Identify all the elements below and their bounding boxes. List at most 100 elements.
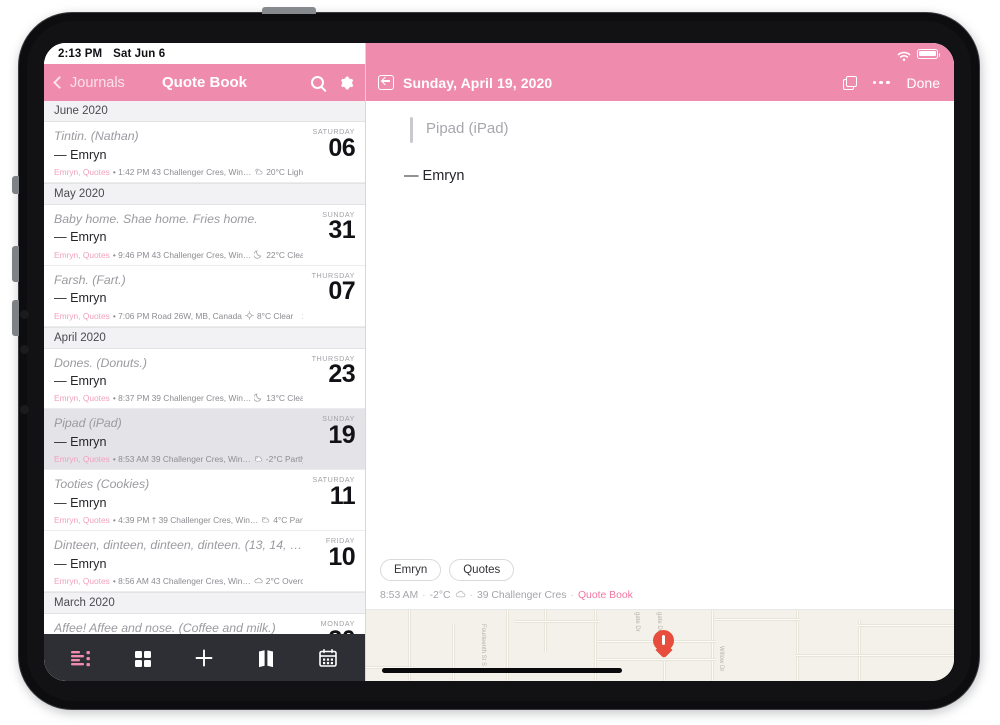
entry-title: Dones. (Donuts.) <box>54 355 147 370</box>
new-entry-tab[interactable] <box>191 647 217 669</box>
gear-icon[interactable] <box>338 75 354 91</box>
entry-row[interactable]: Dinteen, dinteen, dinteen, dinteen. (13,… <box>44 531 365 592</box>
entry-row[interactable]: Baby home. Shae home. Fries home. — Emryn… <box>44 204 365 266</box>
entry-body[interactable]: Pipad (iPad) — Emryn <box>366 101 954 559</box>
entry-day-number: 11 <box>329 481 356 510</box>
entry-row[interactable]: Tooties (Cookies) — Emryn Emryn, Quotes • … <box>44 470 365 532</box>
power-button[interactable] <box>262 7 316 14</box>
entry-tags[interactable]: Emryn, Quotes <box>54 250 110 260</box>
status-bar: 2:13 PM Sat Jun 6 <box>44 43 365 64</box>
entry-date-title: Sunday, April 19, 2020 <box>403 74 553 91</box>
month-header: April 2020 <box>44 326 365 349</box>
side-button-1[interactable] <box>12 176 19 194</box>
more-dots-icon[interactable] <box>872 80 890 85</box>
entry-attribution: — Emryn <box>54 434 107 449</box>
cloudy-icon <box>261 515 270 525</box>
status-time: 2:13 PM <box>58 47 103 60</box>
quote-block: Pipad (iPad) <box>366 117 954 143</box>
search-icon[interactable] <box>311 76 324 89</box>
media-tab[interactable] <box>253 647 279 669</box>
meta-time: 8:53 AM <box>380 589 419 601</box>
entry-meta-text: • 8:37 PM 39 Challenger Cres, Win… <box>112 393 252 404</box>
entry-date: SATURDAY 11 <box>303 476 356 525</box>
entry-date: MONDAY30 <box>303 619 356 634</box>
quote-bar <box>410 117 413 143</box>
entry-tag[interactable]: Emryn <box>380 559 442 581</box>
battery-icon <box>917 48 941 59</box>
entry-attribution: — Emryn <box>54 374 107 389</box>
entry-row[interactable]: Farsh. (Fart.) — Emryn Emryn, Quotes • 7:0… <box>44 265 365 327</box>
entry-date: THURSDAY 23 <box>303 354 356 404</box>
wifi-icon <box>897 49 911 61</box>
entry-attribution: — Emryn <box>54 147 107 162</box>
entry-row[interactable]: Affee! Affee and nose. (Coffee and milk.… <box>44 613 365 634</box>
tag-row: Emryn Quotes <box>380 559 954 589</box>
entry-day-number: 30 <box>309 627 355 634</box>
meta-sep-2: · <box>469 589 473 601</box>
entry-date: THURSDAY 07 <box>303 271 356 321</box>
entries-list[interactable]: June 2020 Tintin. (Nathan) — Emryn Emryn, Q… <box>44 101 365 634</box>
cloudy-icon <box>254 454 263 464</box>
meta-journal[interactable]: Quote Book <box>578 590 633 601</box>
volume-up-button[interactable] <box>12 246 19 282</box>
entry-tags[interactable]: Emryn, Quotes <box>54 311 110 321</box>
entry-tags[interactable]: Emryn, Quotes <box>54 393 110 403</box>
entry-title: Dinteen, dinteen, dinteen, dinteen. (13,… <box>54 538 303 553</box>
entry-row[interactable]: Tintin. (Nathan) — Emryn Emryn, Quotes • 1… <box>44 122 365 183</box>
duplicate-icon[interactable] <box>842 76 858 90</box>
entry-title: Farsh. (Fart.) <box>54 272 126 287</box>
mic-dot <box>20 405 29 414</box>
entry-tags[interactable]: Emryn, Quotes <box>54 167 110 177</box>
home-indicator[interactable] <box>382 668 622 673</box>
entry-tags[interactable]: Emryn, Quotes <box>54 454 110 464</box>
meta-location: 39 Challenger Cres <box>476 589 567 601</box>
back-to-journals-button[interactable]: Journals <box>53 75 125 91</box>
detail-navbar: Sunday, April 19, 2020 Done <box>366 64 954 101</box>
entry-weather: 2°C Overcast <box>265 575 303 586</box>
entry-tags[interactable]: Emryn, Quotes <box>54 515 110 525</box>
done-button[interactable]: Done <box>907 75 940 91</box>
entry-meta-text: • 8:56 AM 43 Challenger Cres, Win… <box>112 575 251 586</box>
entry-meta-text: • 8:53 AM 39 Challenger Cres, Win… <box>112 454 251 465</box>
entry-weather: 20°C Light Rain <box>266 166 303 177</box>
entry-day-number: 06 <box>328 133 355 162</box>
entry-weather: 8°C Clear <box>256 310 294 321</box>
calendar-tab[interactable] <box>315 647 341 669</box>
entry-meta-text: • 9:46 PM 43 Challenger Cres, Win… <box>112 249 252 260</box>
sensor-dot <box>20 345 29 354</box>
entry-detail-pane: Sunday, April 19, 2020 Done Pipad (iPad)… <box>366 43 954 681</box>
entry-day-number: 31 <box>328 216 355 245</box>
entry-tag[interactable]: Quotes <box>449 559 515 581</box>
camera-dot <box>20 310 29 319</box>
month-header: May 2020 <box>44 182 365 205</box>
bottom-tabbar <box>44 634 365 681</box>
entry-attribution: — Emryn <box>54 230 107 245</box>
entry-row[interactable]: Dones. (Donuts.) — Emryn Emryn, Quotes • 8… <box>44 348 365 410</box>
ipad-screen: 2:13 PM Sat Jun 6 Journals Quote Book Ju… <box>44 43 954 681</box>
timeline-tab[interactable] <box>68 647 94 669</box>
entry-meta: Emryn, Quotes • 1:42 PM 43 Challenger Cr… <box>54 167 303 177</box>
entry-date: SATURDAY 06 <box>303 127 356 177</box>
entry-date: FRIDAY 10 <box>303 536 356 586</box>
month-header: June 2020 <box>44 101 365 122</box>
entry-title: Pipad (iPad) <box>54 416 122 431</box>
sun-icon <box>245 310 254 321</box>
location-map[interactable]: Fourteenth St S gate Dr gate Dr Willow D… <box>366 609 954 681</box>
chevron-left-icon <box>53 76 66 89</box>
journal-list-pane: 2:13 PM Sat Jun 6 Journals Quote Book Ju… <box>44 43 366 681</box>
detail-status-bar <box>366 43 954 64</box>
screenshot-root: 2:13 PM Sat Jun 6 Journals Quote Book Ju… <box>0 0 1000 725</box>
entry-day-number: 19 <box>328 421 355 450</box>
entry-weather: 13°C Clear <box>266 393 303 404</box>
entry-tags[interactable]: Emryn, Quotes <box>54 576 110 586</box>
quote-text: Pipad (iPad) <box>426 120 509 137</box>
entry-row[interactable]: Pipad (iPad) — Emryn Emryn, Quotes • 8:53 … <box>44 409 365 471</box>
overcast-icon <box>254 576 263 586</box>
grid-tab[interactable] <box>130 647 156 669</box>
entry-title: Affee! Affee and nose. (Coffee and milk.… <box>54 620 276 634</box>
meta-temperature: -2°C <box>429 589 451 601</box>
entry-meta-text: • 4:39 PM † 39 Challenger Cres, Win… <box>112 515 259 526</box>
volume-down-button[interactable] <box>12 300 19 336</box>
back-to-list-icon[interactable] <box>378 75 394 90</box>
meta-sep-3: · <box>570 589 574 601</box>
